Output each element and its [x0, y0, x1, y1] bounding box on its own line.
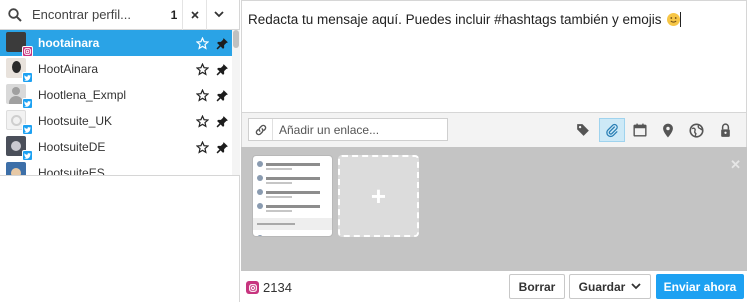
- add-media-button[interactable]: +: [338, 155, 419, 237]
- profile-name: hootainara: [38, 36, 100, 50]
- targeting-icon[interactable]: [683, 118, 709, 142]
- close-icon: [190, 10, 199, 19]
- selected-profile-count: 1: [170, 7, 178, 22]
- profile-list-scrollbar[interactable]: [232, 30, 240, 175]
- pin-icon[interactable]: [212, 134, 232, 160]
- profile-item[interactable]: HootAinara: [0, 56, 232, 83]
- message-text: Redacta tu mensaje aquí. Puedes incluir …: [248, 12, 662, 27]
- avatar: [6, 58, 33, 83]
- compose-toolbar: [241, 113, 747, 147]
- profile-item[interactable]: HootsuiteDE: [0, 134, 232, 161]
- attached-image-thumbnail[interactable]: [252, 155, 333, 237]
- star-icon[interactable]: [192, 108, 212, 134]
- profile-name: Hootlena_Exmpl: [38, 88, 127, 102]
- text-cursor: [680, 12, 682, 27]
- chevron-down-icon: [631, 283, 641, 290]
- pin-icon[interactable]: [212, 82, 232, 108]
- profile-list: hootainara HootAinara Hootlena_Exmpl Hoo…: [0, 30, 232, 175]
- avatar: [6, 136, 33, 161]
- expand-profiles-button[interactable]: [206, 0, 230, 30]
- pin-icon[interactable]: [212, 30, 232, 56]
- star-icon[interactable]: [192, 82, 212, 108]
- avatar: [6, 162, 28, 175]
- divider: [0, 175, 240, 176]
- delete-button[interactable]: Borrar: [509, 274, 565, 299]
- character-counter: 2134: [246, 280, 292, 295]
- profile-name: HootsuiteES: [38, 166, 105, 175]
- message-editor[interactable]: Redacta tu mensaje aquí. Puedes incluir …: [241, 0, 747, 113]
- chevron-down-icon: [213, 11, 224, 18]
- media-attachments-area: ✕ +: [241, 147, 747, 271]
- profile-item[interactable]: Hootlena_Exmpl: [0, 82, 232, 109]
- profile-selector-panel: 1 hootainara: [0, 0, 240, 302]
- plus-icon: +: [370, 181, 387, 211]
- smiley-emoji-icon: [667, 13, 681, 26]
- profile-search-bar: 1: [0, 0, 240, 30]
- link-field: [248, 118, 448, 141]
- save-label: Guardar: [578, 279, 626, 294]
- profile-item[interactable]: Hootsuite_UK: [0, 108, 232, 135]
- profile-name: HootsuiteDE: [38, 140, 106, 154]
- pin-icon[interactable]: [212, 56, 232, 82]
- tag-icon[interactable]: [570, 118, 596, 142]
- avatar: [6, 32, 33, 57]
- star-icon[interactable]: [192, 30, 212, 56]
- close-icon[interactable]: ✕: [730, 157, 741, 173]
- link-icon: [249, 119, 273, 140]
- profile-item[interactable]: hootainara: [0, 30, 232, 57]
- search-icon: [0, 0, 30, 30]
- save-dropdown-button[interactable]: Guardar: [569, 274, 651, 299]
- attachment-icon[interactable]: [599, 118, 625, 142]
- profile-name: HootAinara: [38, 62, 99, 76]
- add-link-input[interactable]: [273, 122, 447, 137]
- clear-selection-button[interactable]: [182, 0, 206, 30]
- character-count: 2134: [263, 280, 292, 295]
- star-icon[interactable]: [192, 56, 212, 82]
- profile-item[interactable]: HootsuiteES: [0, 160, 232, 175]
- avatar: [6, 84, 33, 109]
- avatar: [6, 110, 33, 135]
- privacy-lock-icon[interactable]: [712, 118, 738, 142]
- composer-panel: Redacta tu mensaje aquí. Puedes incluir …: [241, 0, 747, 302]
- location-icon[interactable]: [655, 118, 681, 142]
- calendar-icon[interactable]: [627, 118, 653, 142]
- instagram-icon: [246, 281, 259, 294]
- send-now-button[interactable]: Enviar ahora: [656, 274, 744, 299]
- scrollbar-thumb[interactable]: [233, 30, 239, 48]
- composer-footer: 2134 Borrar Guardar Enviar ahora: [241, 271, 747, 302]
- pin-icon[interactable]: [212, 108, 232, 134]
- profile-search-input[interactable]: [30, 3, 166, 26]
- star-icon[interactable]: [192, 134, 212, 160]
- profile-name: Hootsuite_UK: [38, 114, 113, 128]
